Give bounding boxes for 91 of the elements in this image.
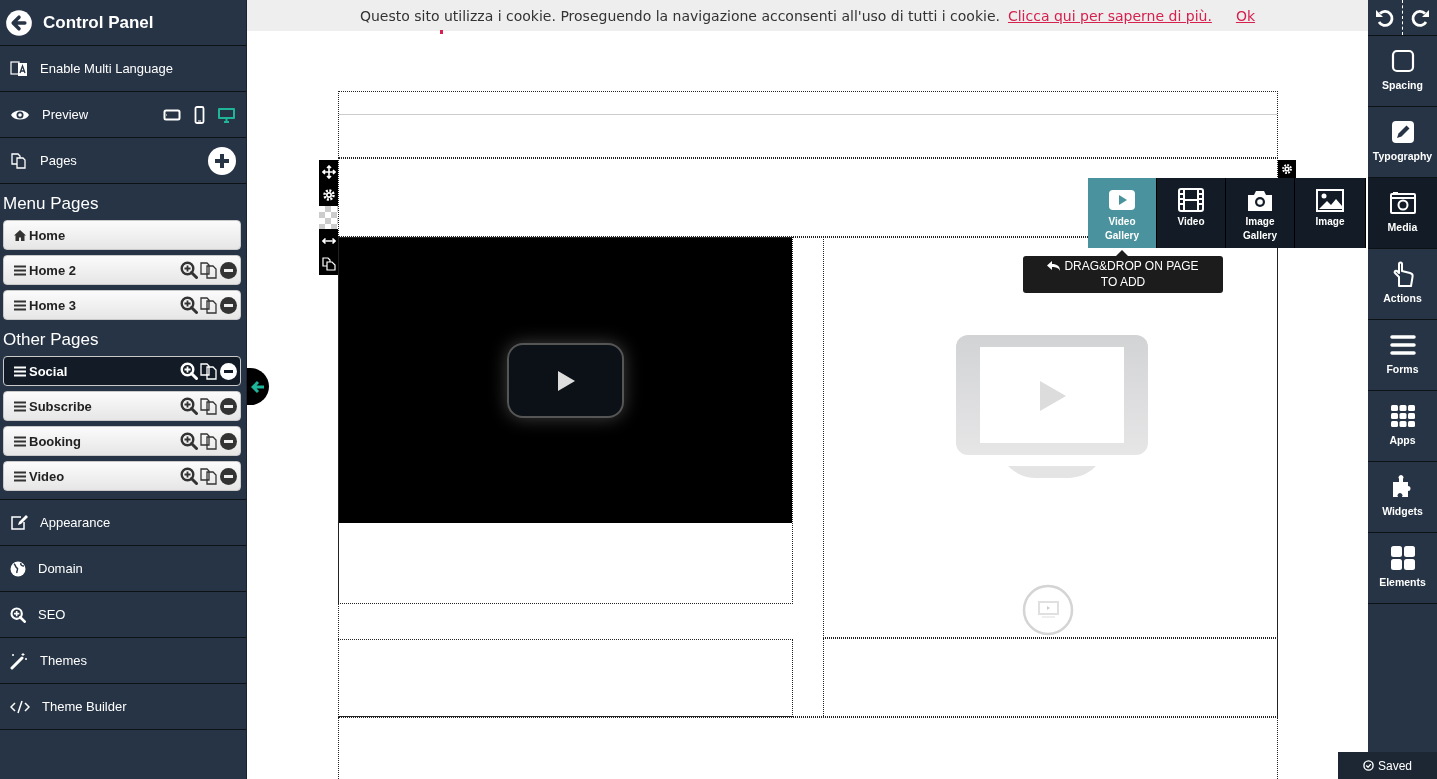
- toolbar-item[interactable]: Forms: [1368, 320, 1437, 391]
- page-item[interactable]: Home 3: [3, 290, 241, 320]
- drag-handle-icon: [14, 470, 26, 482]
- settings-button[interactable]: [319, 183, 338, 206]
- copy-icon[interactable]: [200, 296, 218, 314]
- saved-status: Saved: [1338, 752, 1437, 779]
- reply-arrow-icon: [1047, 260, 1062, 272]
- check-icon: [1363, 760, 1374, 771]
- arrow-left-icon: [251, 379, 265, 394]
- remove-icon[interactable]: [220, 362, 237, 380]
- drag-handle-icon: [14, 435, 26, 447]
- zoom-in-icon[interactable]: [180, 296, 198, 314]
- section-heading: Menu Pages: [2, 193, 100, 215]
- zoom-in-icon[interactable]: [180, 432, 198, 450]
- gear-icon: [321, 187, 336, 202]
- sidebar-item[interactable]: Appearance: [0, 500, 246, 546]
- toolbar-item[interactable]: Widgets: [1368, 462, 1437, 533]
- video-circle-icon: [1022, 584, 1074, 636]
- copy-icon[interactable]: [200, 467, 218, 485]
- zoom-in-icon[interactable]: [180, 261, 198, 279]
- move-handle[interactable]: [319, 160, 338, 183]
- duplicate-button[interactable]: [319, 252, 338, 275]
- gear-icon: [1281, 163, 1293, 175]
- desktop-icon[interactable]: [217, 105, 236, 124]
- element-option[interactable]: Video Gallery: [1088, 178, 1157, 248]
- copy-icon[interactable]: [200, 261, 218, 279]
- remove-icon[interactable]: [220, 397, 237, 415]
- transparency-swatch[interactable]: [319, 206, 338, 229]
- zoom-in-icon[interactable]: [180, 397, 198, 415]
- column-block[interactable]: [823, 638, 1278, 718]
- ok-link[interactable]: Ok: [1235, 7, 1256, 24]
- remove-icon[interactable]: [220, 467, 237, 485]
- page-item[interactable]: Home 2: [3, 255, 241, 285]
- toolbar-item[interactable]: Spacing: [1368, 36, 1437, 107]
- settings-button[interactable]: [1278, 160, 1296, 178]
- sidebar-item[interactable]: Domain: [0, 546, 246, 592]
- film-icon: [1176, 186, 1206, 214]
- page-item[interactable]: Subscribe: [3, 391, 241, 421]
- remove-icon[interactable]: [220, 261, 237, 279]
- home-icon: [14, 229, 26, 241]
- toolbar-item[interactable]: Elements: [1368, 533, 1437, 604]
- pages-icon: [10, 151, 28, 170]
- page-item[interactable]: Home: [3, 220, 241, 250]
- toolbar-item[interactable]: Media: [1368, 178, 1437, 249]
- sidebar-item[interactable]: SEO: [0, 592, 246, 638]
- page-item[interactable]: Social: [3, 356, 241, 386]
- undo-icon: [1375, 7, 1395, 28]
- drag-handle-icon: [14, 264, 26, 276]
- move-icon: [321, 164, 336, 179]
- panel-title: Control Panel: [43, 12, 154, 33]
- sidebar-item[interactable]: Preview: [0, 92, 246, 138]
- drag-handle-icon: [14, 365, 26, 377]
- copy-icon[interactable]: [200, 432, 218, 450]
- section-heading: Other Pages: [2, 329, 100, 351]
- drag-handle-icon: [14, 400, 26, 412]
- page-item[interactable]: Booking: [3, 426, 241, 456]
- cookie-message: Questo sito utilizza i cookie. Proseguendo la navigazione acconsenti all'uso di tutti i cookie.: [359, 7, 1000, 24]
- remove-icon[interactable]: [220, 296, 237, 314]
- copy-icon[interactable]: [200, 362, 218, 380]
- redo-icon: [1410, 7, 1430, 28]
- tiles-icon: [1388, 544, 1417, 572]
- globe-icon: [10, 560, 26, 577]
- sidebar-item[interactable]: Theme Builder: [0, 684, 246, 730]
- zoom-in-icon[interactable]: [180, 362, 198, 380]
- code-icon: [10, 699, 30, 714]
- drag-handle-icon: [14, 299, 26, 311]
- search-icon: [10, 606, 26, 623]
- cursor-mark: [440, 30, 443, 34]
- sidebar-item[interactable]: Pages: [0, 138, 246, 184]
- camera-icon: [1388, 189, 1417, 217]
- column-block[interactable]: [338, 639, 793, 717]
- image-icon: [1315, 186, 1345, 214]
- grid-icon: [1388, 402, 1417, 430]
- copy-icon[interactable]: [200, 397, 218, 415]
- zoom-in-icon[interactable]: [180, 467, 198, 485]
- add-page-icon[interactable]: [208, 146, 236, 175]
- translate-icon: [10, 59, 28, 78]
- copy-icon: [321, 256, 336, 271]
- toolbar-item[interactable]: Actions: [1368, 249, 1437, 320]
- resize-handle[interactable]: [319, 229, 338, 252]
- sidebar-item[interactable]: Themes: [0, 638, 246, 684]
- back-icon[interactable]: [5, 8, 33, 37]
- more-info-link[interactable]: Clicca qui per saperne di più.: [1007, 7, 1212, 24]
- page-item[interactable]: Video: [3, 461, 241, 491]
- remove-icon[interactable]: [220, 432, 237, 450]
- drag-hint-tooltip: DRAG&DROP ON PAGE TO ADD: [1023, 256, 1223, 293]
- toolbar-item[interactable]: Apps: [1368, 391, 1437, 462]
- play-button[interactable]: [507, 343, 624, 418]
- edit-icon: [10, 513, 28, 532]
- sidebar-item[interactable]: Enable Multi Language: [0, 46, 246, 92]
- magic-wand-icon: [10, 651, 28, 670]
